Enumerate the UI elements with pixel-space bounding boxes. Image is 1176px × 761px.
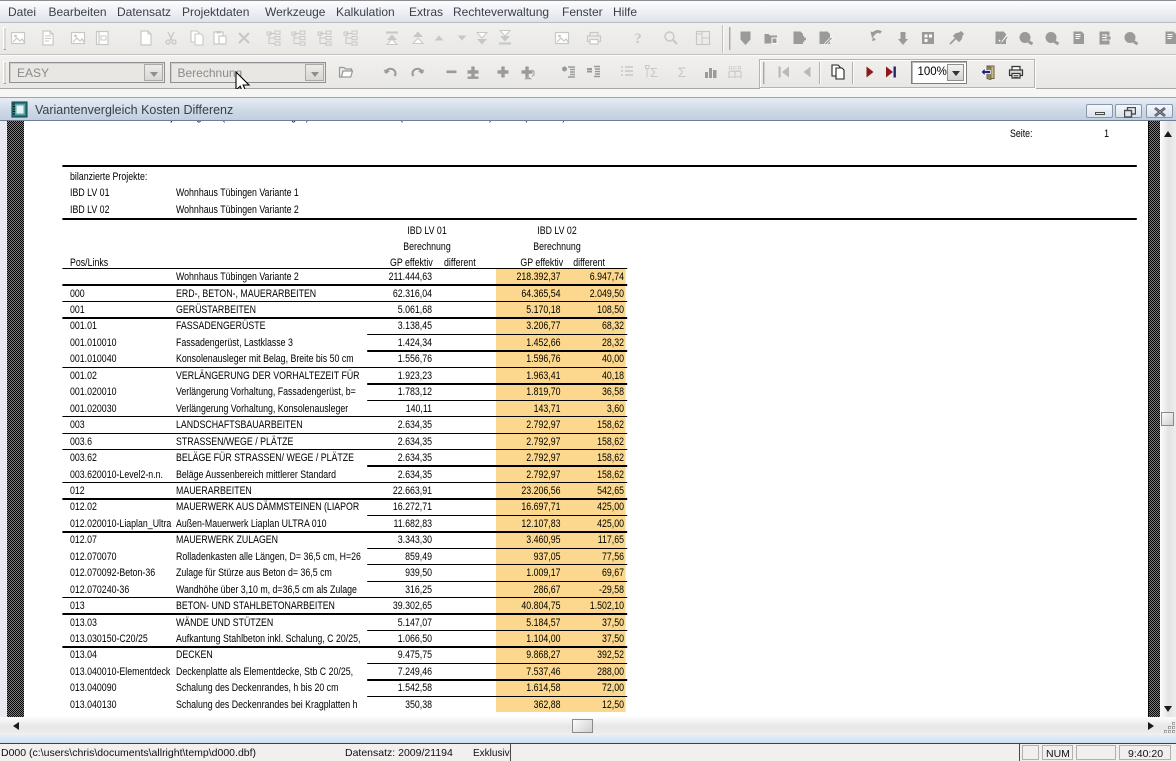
svg-text:?: ? bbox=[634, 31, 642, 46]
svg-text:Σ: Σ bbox=[650, 65, 658, 80]
svg-text:Σ: Σ bbox=[678, 64, 687, 80]
